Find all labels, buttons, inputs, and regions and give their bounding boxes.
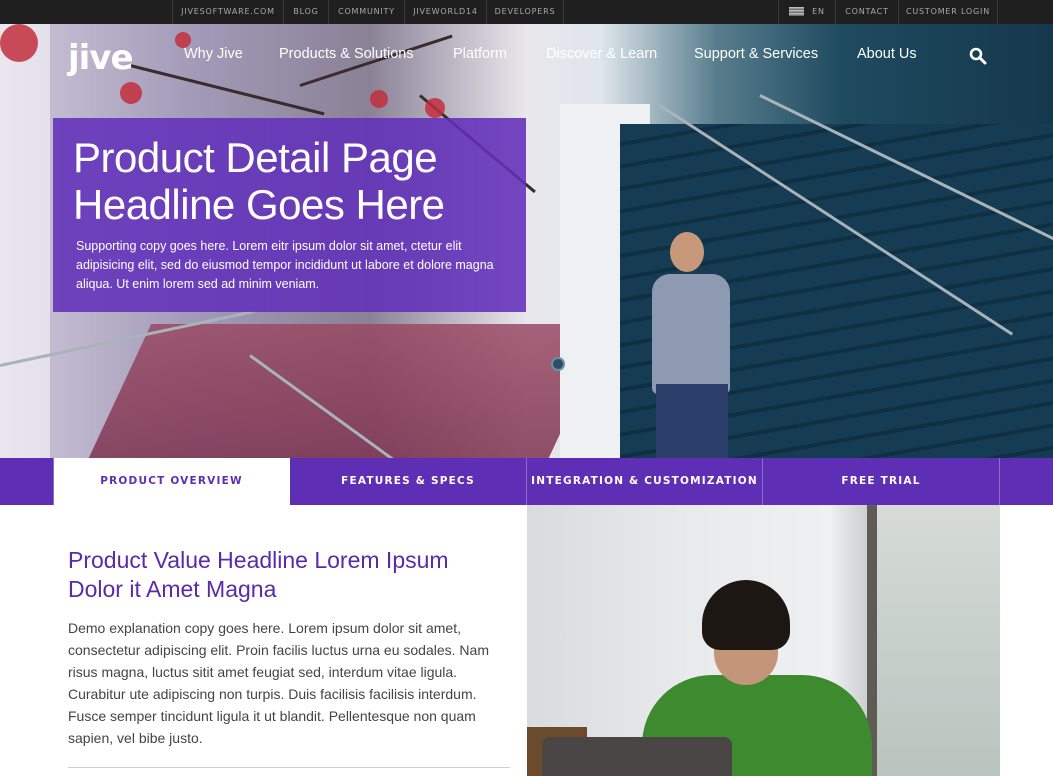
util-link-community[interactable]: COMMUNITY (328, 0, 404, 24)
util-link-customer-login[interactable]: CUSTOMER LOGIN (898, 0, 998, 24)
content-divider (68, 767, 510, 768)
util-link-jiveworld14[interactable]: JIVEWORLD14 (404, 0, 486, 24)
search-icon[interactable] (969, 47, 987, 65)
hero-title-line-1: Product Detail Page (73, 134, 438, 181)
language-label: EN (812, 7, 825, 16)
tab-features-specs[interactable]: FEATURES & SPECS (290, 458, 526, 505)
hero-title-line-2: Headline Goes Here (73, 181, 445, 228)
util-link-jivesoftware[interactable]: JIVESOFTWARE.COM (172, 0, 283, 24)
us-flag-icon (789, 7, 805, 16)
hero-marker (551, 357, 565, 371)
jive-logo[interactable]: jive (68, 38, 134, 78)
tab-free-trial[interactable]: FREE TRIAL (763, 458, 999, 505)
nav-about-us[interactable]: About Us (857, 46, 917, 62)
util-link-developers[interactable]: DEVELOPERS (486, 0, 564, 24)
product-value-copy: Demo explanation copy goes here. Lorem i… (68, 620, 489, 746)
nav-discover-learn[interactable]: Discover & Learn (546, 46, 657, 62)
nav-platform[interactable]: Platform (453, 46, 507, 62)
nav-why-jive[interactable]: Why Jive (184, 46, 243, 62)
util-link-blog[interactable]: BLOG (283, 0, 328, 24)
product-value-headline: Product Value Headline Lorem Ipsum Dolor… (68, 547, 449, 602)
tab-integration-customization[interactable]: INTEGRATION & CUSTOMIZATION (527, 458, 762, 505)
util-link-contact[interactable]: CONTACT (835, 0, 898, 24)
nav-support-services[interactable]: Support & Services (694, 46, 818, 62)
hero-title: Product Detail Page Headline Goes Here (73, 134, 513, 228)
nav-products-solutions[interactable]: Products & Solutions (279, 46, 414, 62)
tab-product-overview[interactable]: PRODUCT OVERVIEW (53, 458, 290, 505)
language-selector[interactable]: EN (778, 0, 835, 24)
hero-copy: Supporting copy goes here. Lorem eitr ip… (76, 239, 494, 291)
utility-bar: JIVESOFTWARE.COM BLOG COMMUNITY JIVEWORL… (0, 0, 1053, 24)
product-photo (527, 505, 1000, 776)
